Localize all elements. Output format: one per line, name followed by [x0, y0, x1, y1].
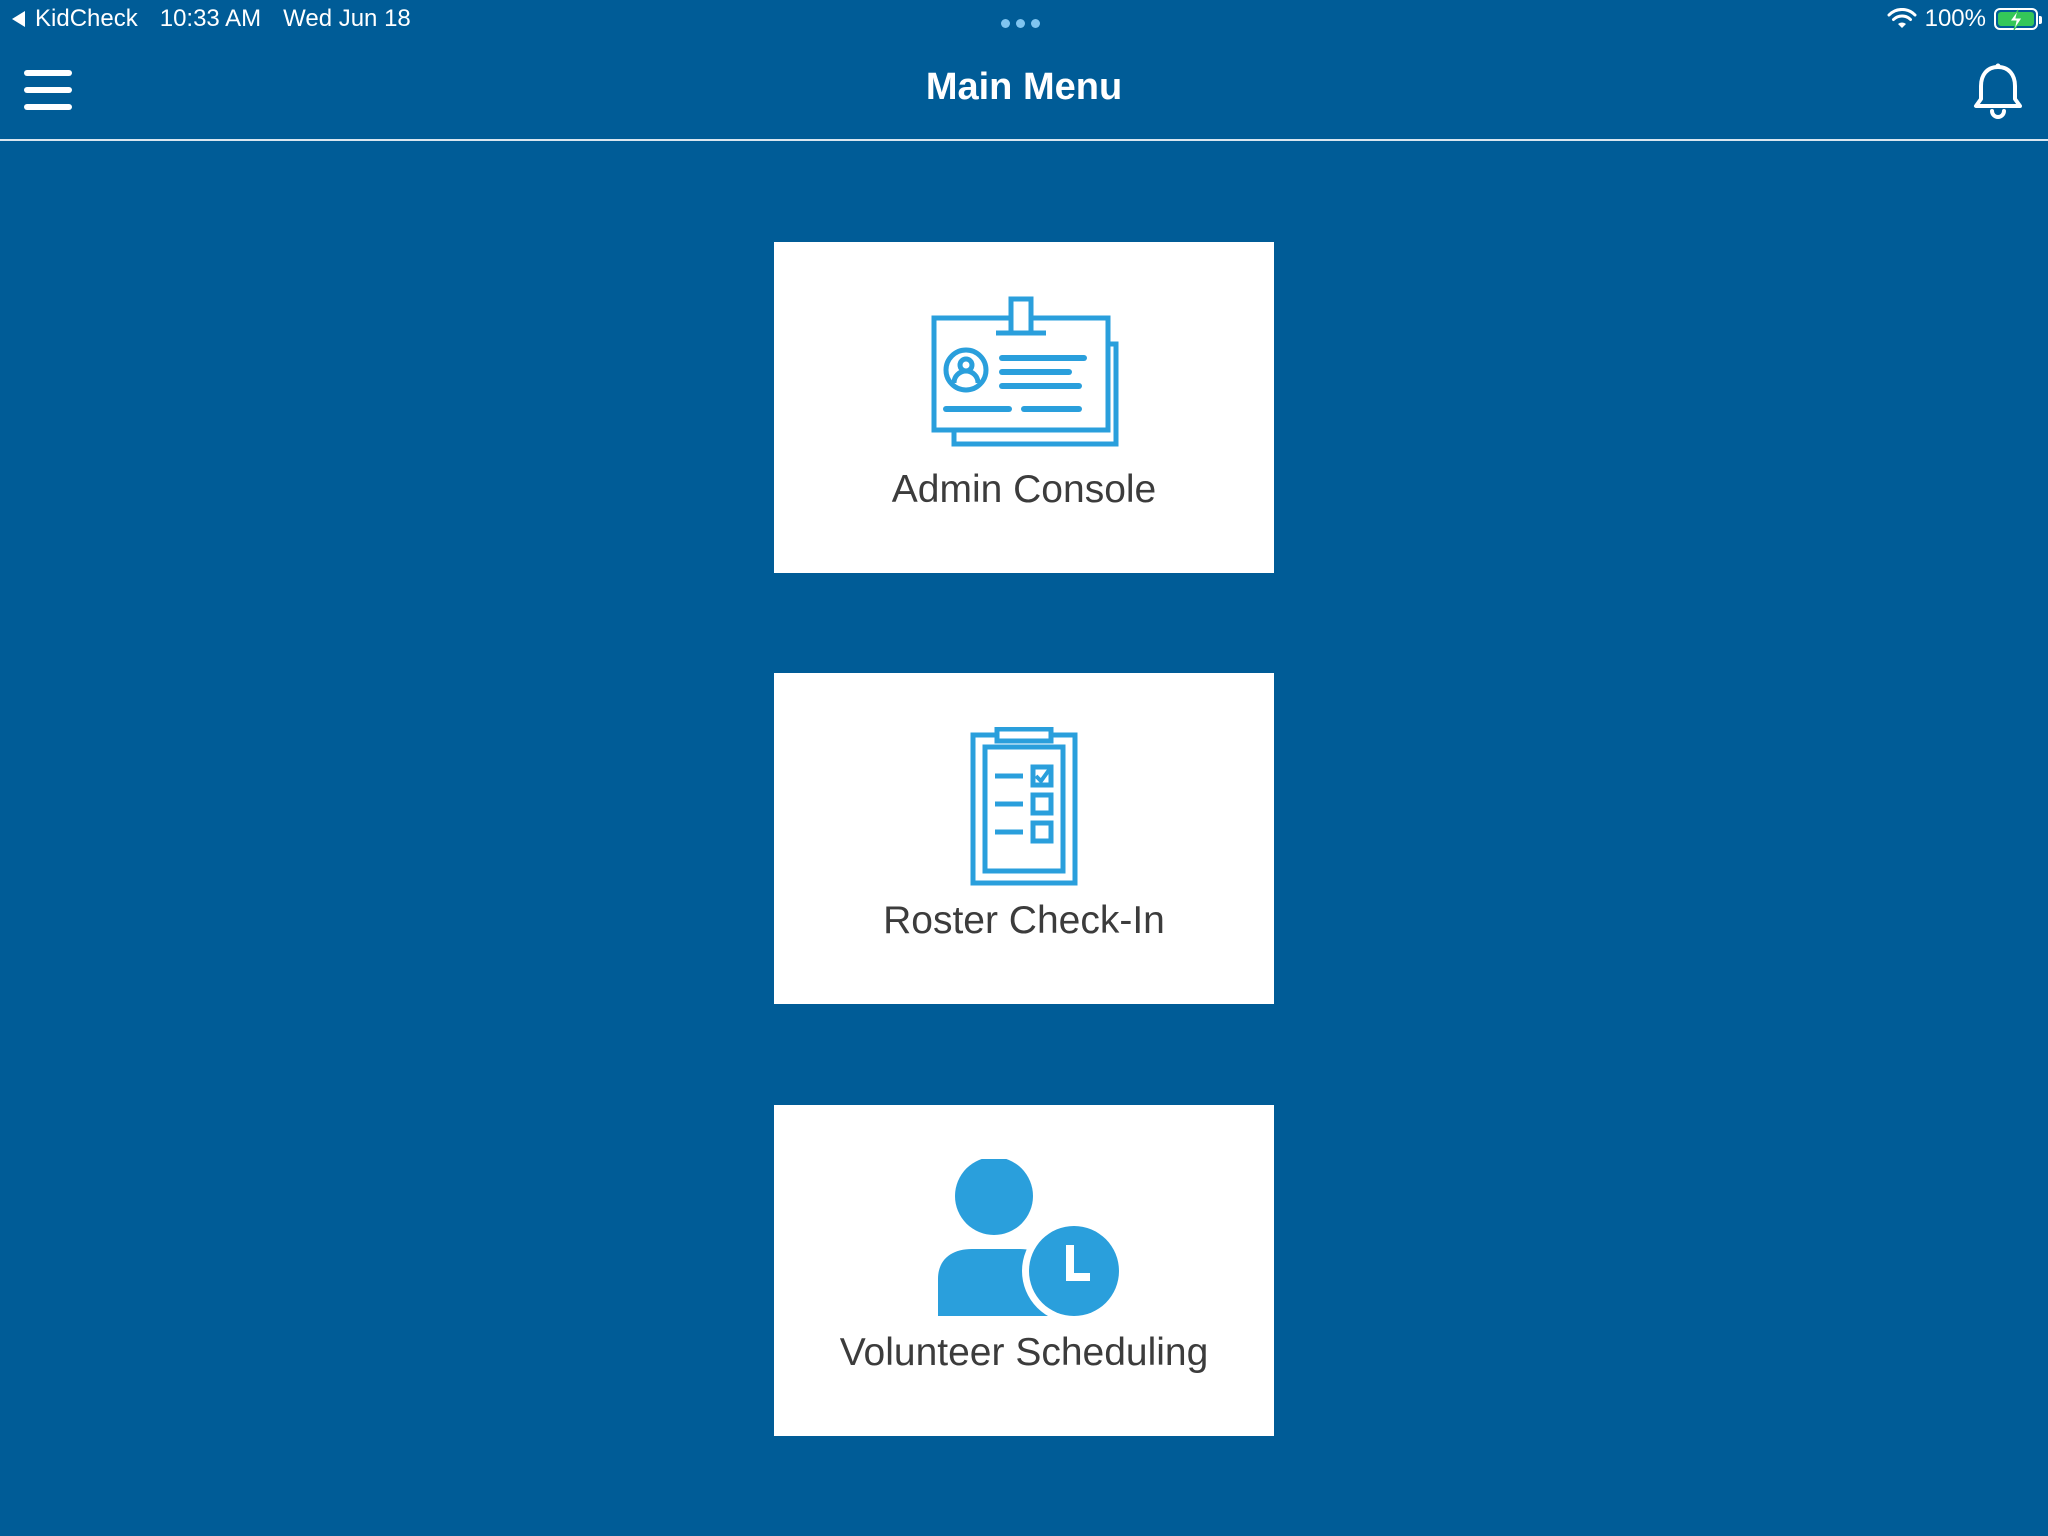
status-left: KidCheck 10:33 AM Wed Jun 18 [12, 5, 411, 33]
id-badge-icon [931, 296, 1119, 447]
admin-console-label: Admin Console [891, 468, 1157, 511]
status-bar: KidCheck 10:33 AM Wed Jun 18 100% [0, 0, 2048, 40]
battery-percentage: 100% [1924, 5, 1986, 32]
status-date: Wed Jun 18 [283, 5, 411, 32]
bell-icon[interactable] [1972, 62, 2024, 120]
back-to-app-link[interactable]: KidCheck [35, 5, 138, 33]
status-time: 10:33 AM [159, 5, 262, 32]
clipboard-checklist-icon [970, 727, 1078, 886]
multitasking-dots-icon[interactable] [1001, 19, 1040, 28]
volunteer-scheduling-label: Volunteer Scheduling [839, 1331, 1209, 1374]
user-clock-icon [938, 1159, 1124, 1319]
wifi-icon [1887, 8, 1917, 28]
status-right: 100% [1887, 5, 2042, 33]
navigation-bar: Main Menu [0, 40, 2048, 141]
battery-icon [1994, 8, 2042, 31]
charging-bolt-icon [2009, 9, 2023, 31]
back-caret-icon[interactable] [12, 11, 25, 27]
roster-check-in-card[interactable]: Roster Check-In [774, 673, 1274, 1004]
admin-console-card[interactable]: Admin Console [774, 242, 1274, 573]
roster-check-in-label: Roster Check-In [883, 899, 1165, 942]
page-title: Main Menu [925, 66, 1123, 108]
volunteer-scheduling-card[interactable]: Volunteer Scheduling [774, 1105, 1274, 1436]
